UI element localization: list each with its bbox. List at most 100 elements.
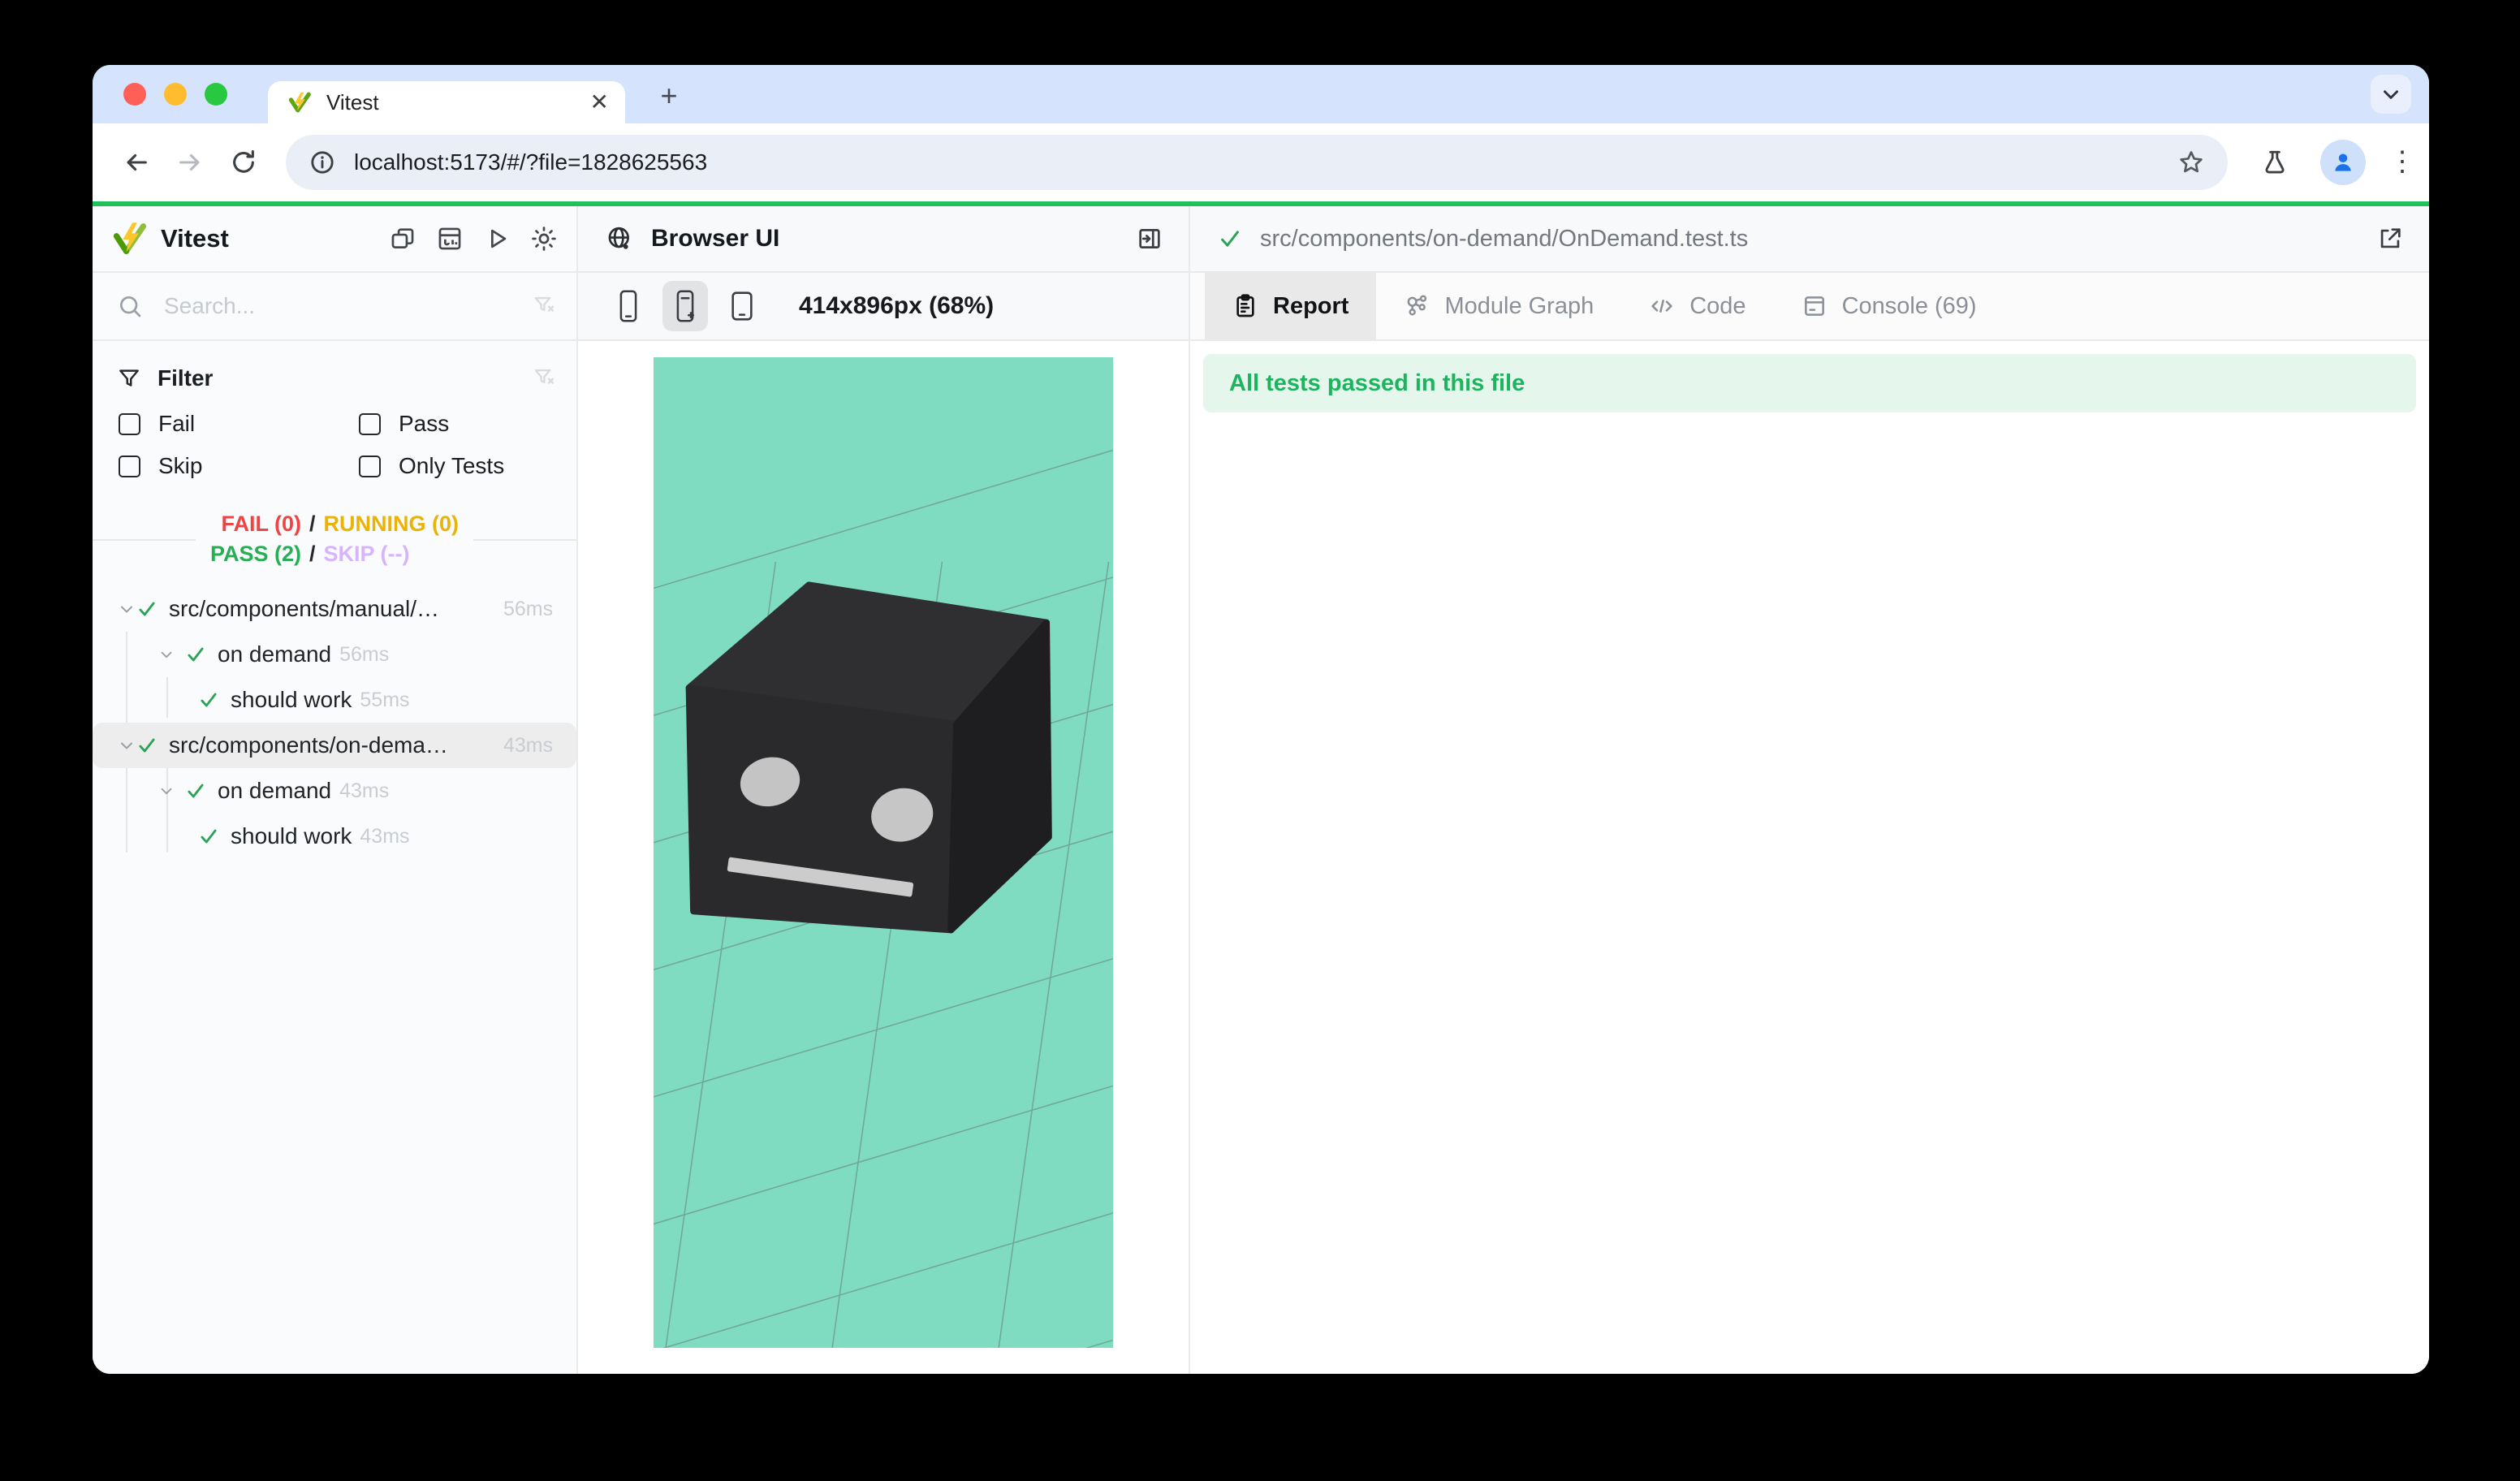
test-duration: 56ms: [503, 598, 553, 621]
pass-check-icon: [1218, 227, 1242, 251]
tree-row-suite-on-demand-2[interactable]: on demand 43ms: [93, 768, 576, 814]
chevron-down-icon[interactable]: [117, 736, 136, 755]
sidebar: Vitest: [93, 206, 578, 1374]
close-tab-icon[interactable]: ✕: [590, 91, 609, 114]
reload-icon[interactable]: [221, 140, 266, 185]
browser-viewport-area: [578, 341, 1189, 1374]
site-info-icon[interactable]: [309, 149, 336, 176]
tab-label: Code: [1689, 293, 1745, 320]
browser-tab-vitest[interactable]: Vitest ✕: [268, 81, 625, 123]
filter-label: Skip: [158, 453, 202, 479]
address-bar[interactable]: localhost:5173/#/?file=1828625563: [286, 135, 2228, 190]
pass-check-icon: [185, 644, 206, 665]
chevron-down-icon[interactable]: [117, 599, 136, 619]
profile-avatar[interactable]: [2320, 140, 2366, 185]
code-icon: [1649, 293, 1675, 319]
device-phone-icon[interactable]: [606, 281, 651, 331]
test-case-label: should work: [231, 687, 352, 713]
filter-section: Filter Fail Pass: [93, 341, 576, 492]
device-toolbar: 414x896px (68%): [578, 273, 1189, 341]
filter-title: Filter: [158, 365, 533, 391]
running-count: RUNNING (0): [324, 512, 460, 537]
search-input[interactable]: [164, 293, 533, 319]
checkbox-pass[interactable]: [359, 413, 381, 435]
test-duration: 43ms: [339, 779, 389, 803]
fail-count: FAIL (0): [221, 512, 301, 537]
test-tree: src/components/manual/… 56ms on demand 5…: [93, 581, 576, 859]
browser-ui-title: Browser UI: [651, 225, 1133, 253]
new-tab-button[interactable]: +: [651, 78, 687, 114]
vitest-favicon-icon: [287, 90, 312, 114]
tree-row-test-should-work[interactable]: should work 55ms: [93, 677, 576, 723]
close-window-button[interactable]: [123, 83, 146, 106]
test-duration: 43ms: [503, 734, 553, 758]
device-tablet-minus-icon[interactable]: [719, 281, 765, 331]
tab-label: Report: [1273, 293, 1348, 320]
separator: /: [309, 512, 316, 537]
test-browser-canvas[interactable]: [654, 357, 1113, 1348]
run-all-play-icon[interactable]: [481, 222, 513, 255]
tab-report[interactable]: Report: [1205, 273, 1376, 339]
app-title: Vitest: [161, 224, 386, 253]
tab-strip: Vitest ✕ +: [93, 65, 2429, 123]
test-duration: 55ms: [360, 689, 409, 712]
clear-filter-icon[interactable]: [533, 366, 557, 391]
test-suite-label: on demand: [218, 641, 331, 667]
browser-menu-icon[interactable]: ⋮: [2388, 153, 2408, 171]
clear-search-filter-icon[interactable]: [533, 294, 557, 318]
back-icon[interactable]: [114, 140, 159, 185]
experiments-flask-icon[interactable]: [2252, 140, 2298, 185]
test-file-label: src/components/manual/…: [169, 596, 495, 622]
bookmark-star-icon[interactable]: [2177, 149, 2205, 176]
tree-row-suite-on-demand[interactable]: on demand 56ms: [93, 632, 576, 677]
test-case-label: should work: [231, 823, 352, 849]
filter-label: Pass: [399, 411, 449, 437]
panel-expand-icon[interactable]: [1133, 222, 1166, 255]
tab-title: Vitest: [326, 90, 590, 115]
tab-label: Module Graph: [1444, 293, 1594, 320]
filter-option-skip[interactable]: Skip: [119, 453, 359, 479]
filter-funnel-icon: [117, 366, 141, 391]
vitest-logo-icon: [112, 221, 148, 257]
viewport-size-label: 414x896px (68%): [799, 292, 994, 320]
tree-row-file-on-demand[interactable]: src/components/on-dema… 43ms: [93, 723, 576, 768]
url-text[interactable]: localhost:5173/#/?file=1828625563: [354, 149, 2177, 175]
test-file-path: src/components/on-demand/OnDemand.test.t…: [1260, 226, 2374, 253]
checkbox-fail[interactable]: [119, 413, 140, 435]
pass-check-icon: [198, 826, 219, 847]
tab-search-chevron-icon[interactable]: [2371, 75, 2411, 114]
chevron-down-icon[interactable]: [158, 782, 177, 800]
device-phone-plus-icon[interactable]: [662, 281, 708, 331]
collapse-windows-icon[interactable]: [386, 222, 419, 255]
test-suite-label: on demand: [218, 778, 331, 804]
chevron-down-icon[interactable]: [158, 646, 177, 663]
minimize-window-button[interactable]: [164, 83, 187, 106]
report-tabs: Report Module Graph Code: [1190, 273, 2429, 341]
pass-count: PASS (2): [210, 542, 301, 567]
theme-sun-icon[interactable]: [528, 222, 560, 255]
browser-ui-header: Browser UI: [578, 206, 1189, 273]
filter-option-fail[interactable]: Fail: [119, 411, 359, 437]
tab-module-graph[interactable]: Module Graph: [1376, 273, 1621, 339]
browser-window: Vitest ✕ + localhost:5173/#/?file=182862…: [93, 65, 2429, 1374]
report-clipboard-icon: [1232, 293, 1258, 319]
filter-option-only-tests[interactable]: Only Tests: [359, 453, 557, 479]
test-duration: 56ms: [339, 643, 389, 667]
dashboard-icon[interactable]: [434, 222, 466, 255]
search-icon: [117, 293, 143, 319]
sidebar-header: Vitest: [93, 206, 576, 273]
forward-icon[interactable]: [167, 140, 213, 185]
filter-option-pass[interactable]: Pass: [359, 411, 557, 437]
tree-row-file-manual[interactable]: src/components/manual/… 56ms: [93, 586, 576, 632]
checkbox-only-tests[interactable]: [359, 456, 381, 477]
tree-row-test-should-work-2[interactable]: should work 43ms: [93, 814, 576, 859]
zoom-window-button[interactable]: [205, 83, 227, 106]
tab-console[interactable]: Console (69): [1774, 273, 2004, 339]
test-summary: FAIL (0) / RUNNING (0) PASS (2) / SKIP (…: [93, 497, 576, 581]
pass-check-icon: [136, 598, 158, 620]
tab-code[interactable]: Code: [1621, 273, 1773, 339]
open-external-icon[interactable]: [2374, 222, 2406, 255]
report-panel: src/components/on-demand/OnDemand.test.t…: [1190, 206, 2429, 1374]
filter-label: Fail: [158, 411, 195, 437]
checkbox-skip[interactable]: [119, 456, 140, 477]
